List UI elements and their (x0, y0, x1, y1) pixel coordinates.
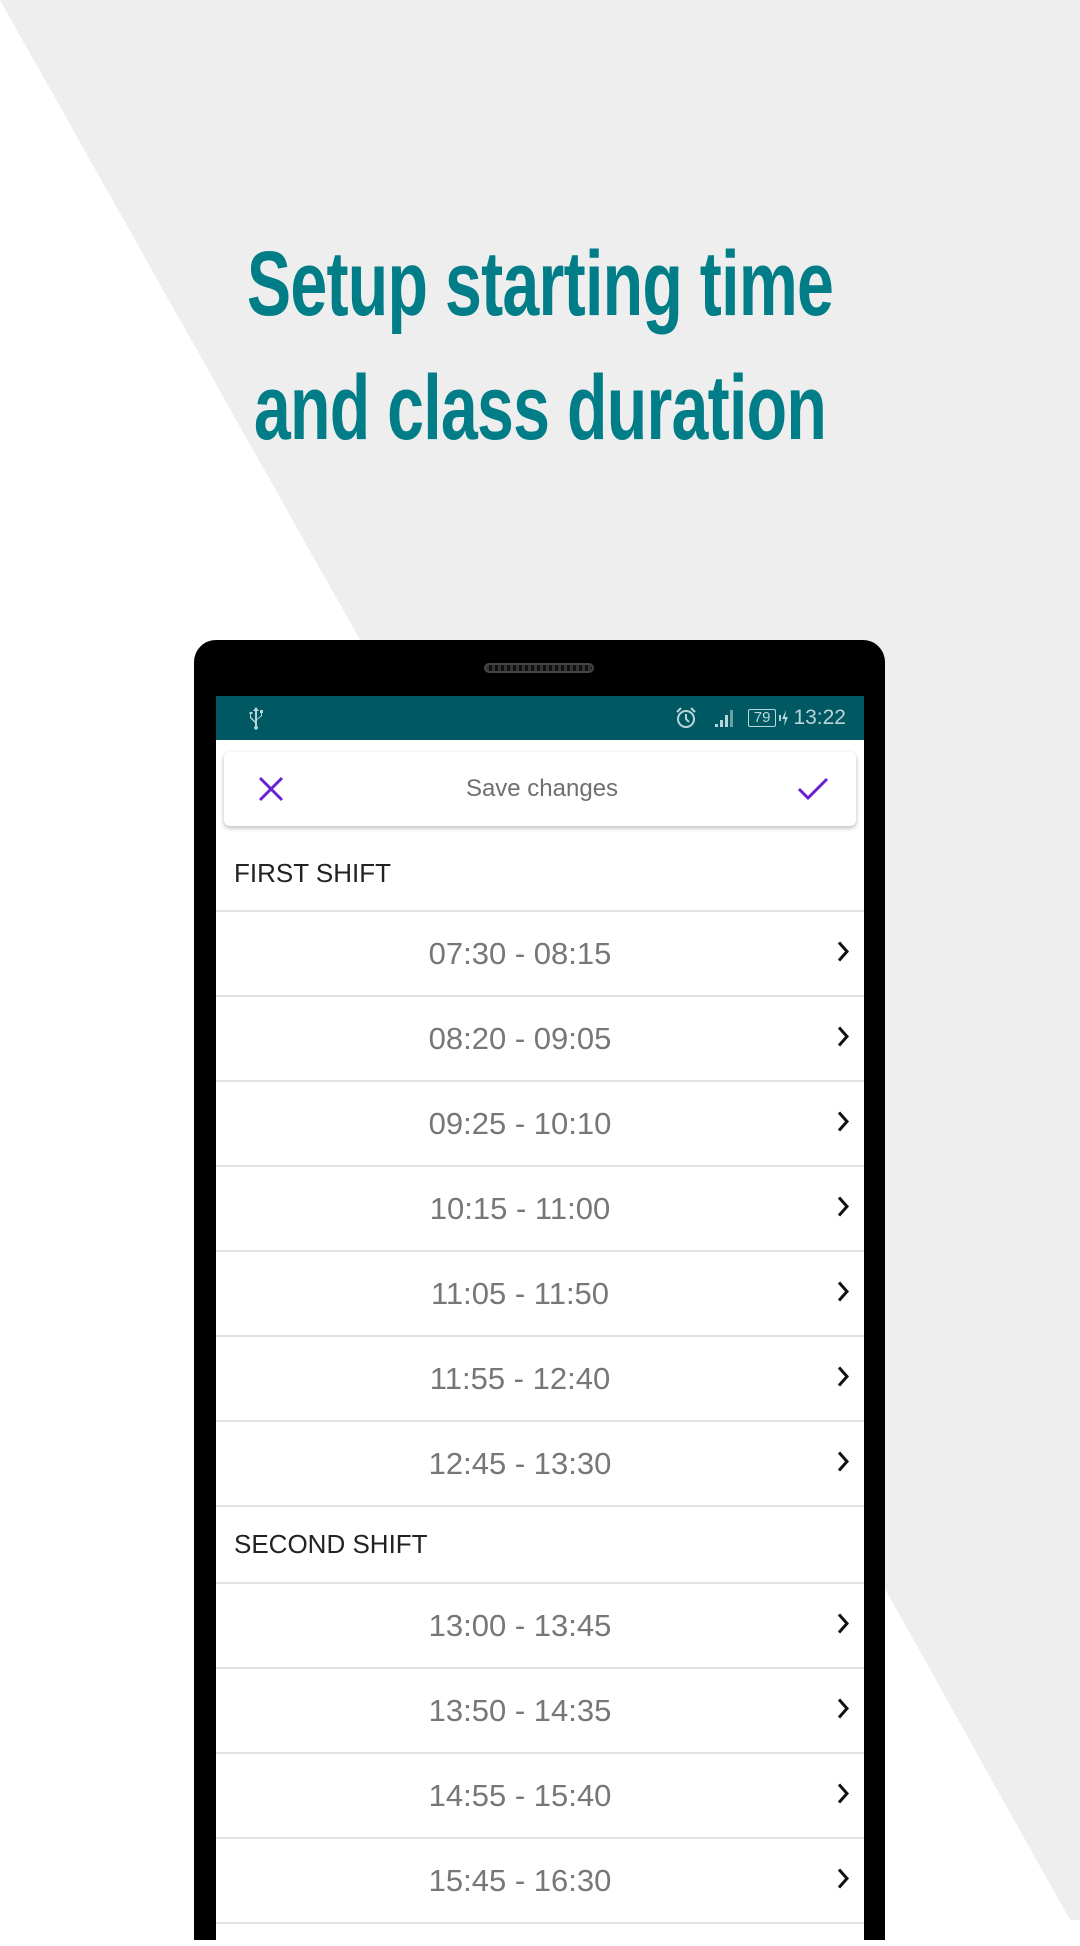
save-changes-title: Save changes (465, 775, 619, 802)
period-time: 11:05 - 11:50 (430, 1275, 610, 1311)
alarm-icon (674, 706, 698, 730)
period-time: 14:55 - 15:40 (428, 1777, 612, 1813)
second-shift-section: SECOND SHIFT 13:00 - 13:45 13:50 - 14:35… (216, 1507, 864, 1924)
period-time: 13:50 - 14:35 (428, 1692, 612, 1728)
promo-headline: Setup starting time and class duration (151, 222, 929, 470)
period-time: 13:00 - 13:45 (428, 1607, 612, 1643)
signal-icon (714, 708, 736, 728)
period-time: 12:45 - 13:30 (428, 1445, 612, 1481)
chevron-right-icon (836, 1024, 850, 1053)
period-time: 10:15 - 11:00 (429, 1190, 611, 1226)
period-time: 11:55 - 12:40 (429, 1360, 611, 1396)
battery-icon: 79 (747, 709, 777, 727)
chevron-right-icon (836, 1611, 850, 1640)
chevron-right-icon (836, 939, 850, 968)
period-row[interactable]: 13:50 - 14:35 (216, 1669, 864, 1754)
charging-icon (779, 709, 789, 727)
section-header-second-shift: SECOND SHIFT (216, 1507, 864, 1584)
phone-frame: 79 13:22 Save changes FIRST SHIFT 07:30 … (194, 640, 885, 1946)
status-bar: 79 13:22 (216, 696, 864, 740)
period-row[interactable]: 11:55 - 12:40 (216, 1337, 864, 1422)
headline-line-2: and class duration (253, 357, 827, 459)
section-header-first-shift: FIRST SHIFT (216, 836, 864, 912)
usb-icon (248, 706, 264, 730)
period-row[interactable]: 12:45 - 13:30 (216, 1422, 864, 1507)
chevron-right-icon (836, 1781, 850, 1810)
confirm-button[interactable] (796, 772, 830, 806)
period-row[interactable]: 15:45 - 16:30 (216, 1839, 864, 1924)
phone-screen: 79 13:22 Save changes FIRST SHIFT 07:30 … (216, 696, 864, 1946)
period-time: 15:45 - 16:30 (428, 1862, 612, 1898)
period-row[interactable]: 08:20 - 09:05 (216, 997, 864, 1082)
period-time: 08:20 - 09:05 (428, 1020, 612, 1056)
chevron-right-icon (836, 1364, 850, 1393)
period-row[interactable]: 09:25 - 10:10 (216, 1082, 864, 1167)
check-icon (797, 777, 829, 801)
chevron-right-icon (836, 1449, 850, 1478)
period-row[interactable]: 07:30 - 08:15 (216, 912, 864, 997)
chevron-right-icon (836, 1194, 850, 1223)
phone-speaker (484, 663, 594, 673)
period-row[interactable]: 10:15 - 11:00 (216, 1167, 864, 1252)
period-time: 07:30 - 08:15 (428, 935, 612, 971)
chevron-right-icon (836, 1866, 850, 1895)
chevron-right-icon (836, 1279, 850, 1308)
period-row[interactable]: 14:55 - 15:40 (216, 1754, 864, 1839)
period-row[interactable]: 13:00 - 13:45 (216, 1584, 864, 1669)
chevron-right-icon (836, 1109, 850, 1138)
status-clock: 13:22 (793, 706, 846, 729)
first-shift-section: FIRST SHIFT 07:30 - 08:15 08:20 - 09:05 … (216, 836, 864, 1507)
cancel-button[interactable] (254, 772, 288, 806)
chevron-right-icon (836, 1696, 850, 1725)
period-row[interactable]: 11:05 - 11:50 (216, 1252, 864, 1337)
headline-line-1: Setup starting time (246, 233, 834, 335)
close-icon (258, 776, 284, 802)
period-time: 09:25 - 10:10 (428, 1105, 612, 1141)
save-changes-bar: Save changes (224, 752, 856, 826)
